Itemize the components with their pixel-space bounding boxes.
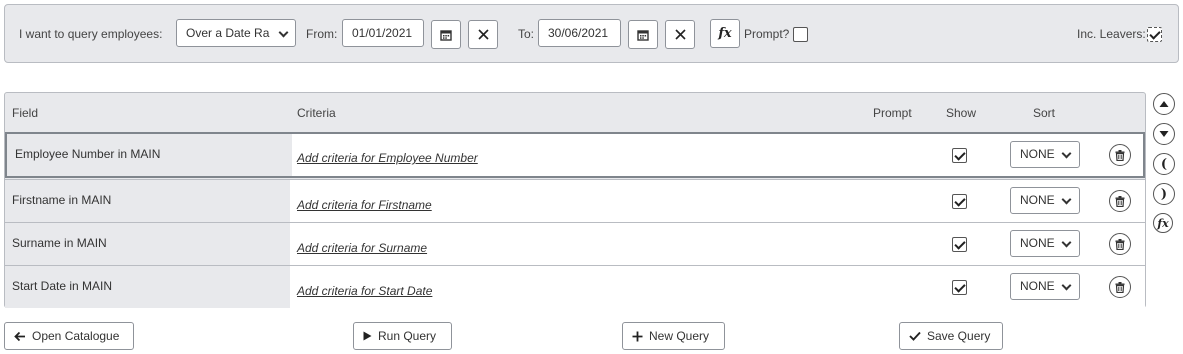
show-checkbox[interactable] bbox=[952, 194, 967, 209]
chevron-down-icon bbox=[1061, 148, 1072, 159]
to-date-value: 30/06/2021 bbox=[548, 26, 609, 40]
field-name: Surname in MAIN bbox=[5, 223, 290, 265]
column-header-prompt: Prompt bbox=[873, 106, 912, 120]
open-bracket-button[interactable]: ( bbox=[1153, 153, 1175, 175]
plus-icon bbox=[632, 331, 643, 341]
query-mode-select[interactable]: Over a Date Ra bbox=[176, 19, 296, 47]
table-row[interactable]: Start Date in MAIN Add criteria for Star… bbox=[5, 265, 1145, 308]
new-query-label: New Query bbox=[649, 329, 710, 343]
sort-select[interactable]: NONE bbox=[1010, 141, 1080, 168]
query-intro-label: I want to query employees: bbox=[19, 27, 163, 41]
close-bracket-button[interactable]: ) bbox=[1153, 183, 1175, 205]
add-criteria-link[interactable]: Add criteria for Surname bbox=[297, 241, 427, 255]
save-query-label: Save Query bbox=[927, 329, 991, 343]
table-row[interactable]: Employee Number in MAIN Add criteria for… bbox=[5, 132, 1145, 178]
close-icon bbox=[477, 29, 489, 40]
to-date-input[interactable]: 30/06/2021 bbox=[538, 19, 621, 47]
sort-value: NONE bbox=[1020, 279, 1055, 293]
arrow-left-icon bbox=[14, 331, 25, 341]
to-calendar-button[interactable] bbox=[628, 20, 658, 49]
column-header-criteria: Criteria bbox=[297, 106, 336, 120]
function-tool-button[interactable]: fx bbox=[1153, 213, 1173, 233]
clear-from-button[interactable] bbox=[468, 20, 498, 49]
calendar-icon bbox=[637, 29, 649, 41]
add-criteria-link[interactable]: Add criteria for Firstname bbox=[297, 198, 432, 212]
triangle-up-icon bbox=[1159, 101, 1169, 107]
show-checkbox[interactable] bbox=[952, 148, 967, 163]
delete-row-button[interactable] bbox=[1109, 233, 1131, 255]
fx-icon: fx bbox=[718, 26, 732, 41]
chevron-down-icon bbox=[1061, 237, 1072, 248]
sort-value: NONE bbox=[1020, 236, 1055, 250]
include-leavers-checkbox[interactable] bbox=[1147, 27, 1162, 42]
run-query-label: Run Query bbox=[378, 329, 437, 343]
delete-row-button[interactable] bbox=[1109, 276, 1131, 298]
field-name: Start Date in MAIN bbox=[5, 266, 290, 308]
sort-select[interactable]: NONE bbox=[1010, 187, 1080, 214]
chevron-down-icon bbox=[1061, 194, 1072, 205]
sort-value: NONE bbox=[1020, 147, 1055, 161]
trash-icon bbox=[1115, 238, 1125, 250]
open-catalogue-label: Open Catalogue bbox=[32, 329, 120, 343]
to-label: To: bbox=[518, 27, 535, 41]
column-header-sort: Sort bbox=[1033, 106, 1056, 120]
column-header-show: Show bbox=[946, 106, 977, 120]
field-name: Employee Number in MAIN bbox=[7, 134, 292, 176]
query-mode-value: Over a Date Ra bbox=[186, 26, 270, 40]
prompt-label: Prompt? bbox=[744, 27, 790, 41]
sort-select[interactable]: NONE bbox=[1010, 230, 1080, 257]
play-icon bbox=[363, 331, 372, 341]
check-icon bbox=[909, 331, 921, 341]
trash-icon bbox=[1115, 149, 1125, 161]
close-icon bbox=[674, 29, 686, 40]
clear-to-button[interactable] bbox=[665, 20, 695, 49]
prompt-checkbox[interactable] bbox=[793, 27, 808, 42]
function-button[interactable]: fx bbox=[710, 19, 740, 48]
fx-icon: fx bbox=[1157, 216, 1169, 230]
delete-row-button[interactable] bbox=[1109, 144, 1131, 166]
open-paren-icon: ( bbox=[1160, 156, 1168, 172]
triangle-down-icon bbox=[1159, 131, 1169, 137]
table-row[interactable]: Surname in MAIN Add criteria for Surname… bbox=[5, 222, 1145, 265]
trash-icon bbox=[1115, 195, 1125, 207]
field-name: Firstname in MAIN bbox=[5, 180, 290, 222]
open-catalogue-button[interactable]: Open Catalogue bbox=[4, 322, 134, 350]
from-label: From: bbox=[306, 27, 338, 41]
add-criteria-link[interactable]: Add criteria for Employee Number bbox=[297, 151, 478, 165]
new-query-button[interactable]: New Query bbox=[622, 322, 725, 350]
show-checkbox[interactable] bbox=[952, 280, 967, 295]
include-leavers-label: Inc. Leavers: bbox=[1077, 27, 1146, 41]
delete-row-button[interactable] bbox=[1109, 190, 1131, 212]
column-header-field: Field bbox=[12, 106, 39, 120]
sort-select[interactable]: NONE bbox=[1010, 273, 1080, 300]
add-criteria-link[interactable]: Add criteria for Start Date bbox=[297, 284, 432, 298]
from-date-input[interactable]: 01/01/2021 bbox=[342, 19, 424, 47]
run-query-button[interactable]: Run Query bbox=[353, 322, 452, 350]
show-checkbox[interactable] bbox=[952, 237, 967, 252]
table-row[interactable]: Firstname in MAIN Add criteria for First… bbox=[5, 179, 1145, 222]
close-paren-icon: ) bbox=[1160, 186, 1168, 202]
query-grid: Field Criteria Prompt Show Sort Employee… bbox=[4, 92, 1146, 308]
from-calendar-button[interactable] bbox=[431, 20, 461, 49]
chevron-down-icon bbox=[278, 27, 289, 38]
trash-icon bbox=[1115, 281, 1125, 293]
move-up-button[interactable] bbox=[1153, 93, 1175, 115]
query-bar: I want to query employees: Over a Date R… bbox=[4, 4, 1179, 63]
calendar-icon bbox=[440, 29, 452, 41]
sort-value: NONE bbox=[1020, 193, 1055, 207]
chevron-down-icon bbox=[1061, 280, 1072, 291]
from-date-value: 01/01/2021 bbox=[352, 26, 413, 40]
move-down-button[interactable] bbox=[1153, 123, 1175, 145]
save-query-button[interactable]: Save Query bbox=[899, 322, 1003, 350]
